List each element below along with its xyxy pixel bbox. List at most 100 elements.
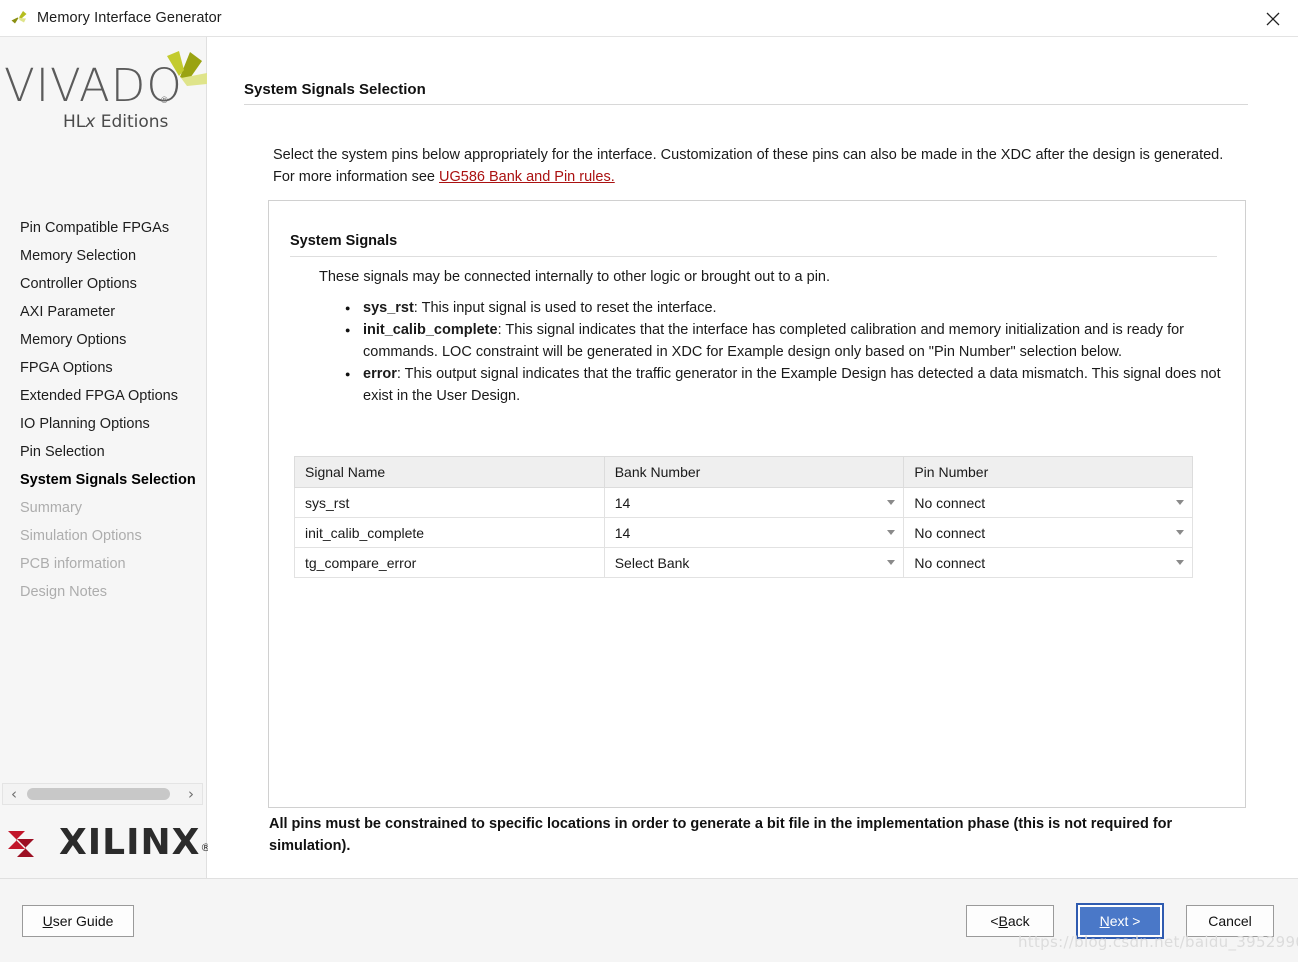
cell-signal-name: init_calib_complete <box>294 517 605 548</box>
next-label: ext > <box>1109 913 1141 929</box>
table-row: tg_compare_error Select Bank No connect <box>294 547 1193 578</box>
signal-description-list: sys_rst: This input signal is used to re… <box>341 297 1221 407</box>
column-header-pin-number: Pin Number <box>903 456 1193 488</box>
user-guide-button[interactable]: User Guide <box>22 905 134 937</box>
vivado-logo: VIVADO ® HLx Editions <box>0 47 207 147</box>
bank-number-value: 14 <box>614 494 631 511</box>
sidebar-item-memory-selection[interactable]: Memory Selection <box>0 242 207 270</box>
table-header-row: Signal Name Bank Number Pin Number <box>294 456 1193 488</box>
system-signals-table: Signal Name Bank Number Pin Number sys_r… <box>294 456 1193 578</box>
dialog-button-bar: User Guide < Back Next > Cancel <box>0 878 1298 962</box>
sidebar-item-pin-compatible-fpgas[interactable]: Pin Compatible FPGAs <box>0 214 207 242</box>
cell-pin-number: No connect <box>903 547 1193 578</box>
sidebar-item-system-signals-selection[interactable]: System Signals Selection <box>0 466 207 494</box>
wizard-navigation-list: Pin Compatible FPGAs Memory Selection Co… <box>0 214 207 606</box>
pin-number-dropdown-init-calib-complete[interactable]: No connect <box>904 518 1192 547</box>
chevron-down-icon <box>887 530 896 535</box>
cell-signal-name: tg_compare_error <box>294 547 605 578</box>
ug586-bank-and-pin-rules-link[interactable]: UG586 Bank and Pin rules. <box>439 169 615 185</box>
pin-number-dropdown-sys-rst[interactable]: No connect <box>904 488 1192 517</box>
bullet-term-init-calib-complete: init_calib_complete <box>363 322 498 338</box>
cell-pin-number: No connect <box>903 487 1193 518</box>
sidebar-item-pin-selection[interactable]: Pin Selection <box>0 438 207 466</box>
sidebar-item-controller-options[interactable]: Controller Options <box>0 270 207 298</box>
vivado-edition-label: HLx Editions <box>63 112 169 132</box>
vivado-pinwheel-logo-icon <box>150 50 210 100</box>
back-label: ack <box>1007 913 1030 929</box>
panel-title: System Signals <box>290 233 398 249</box>
list-item: init_calib_complete: This signal indicat… <box>341 319 1221 363</box>
xilinx-wordmark: XILINX® <box>59 821 213 863</box>
chevron-down-icon <box>1176 560 1184 565</box>
system-signals-panel: System Signals These signals may be conn… <box>268 200 1246 808</box>
back-button[interactable]: < Back <box>966 905 1054 937</box>
cell-bank-number: Select Bank <box>603 547 905 578</box>
sidebar-item-simulation-options: Simulation Options <box>20 528 142 544</box>
chevron-down-icon <box>1176 530 1184 535</box>
panel-divider <box>290 256 1217 257</box>
sidebar-item-axi-parameter[interactable]: AXI Parameter <box>0 298 207 326</box>
bullet-term-error: error <box>363 366 397 382</box>
close-icon[interactable] <box>1248 0 1298 37</box>
pin-number-dropdown-tg-compare-error[interactable]: No connect <box>904 548 1192 577</box>
memory-interface-generator-window: Memory Interface Generator VIVADO ® HLx … <box>0 0 1298 962</box>
xilinx-logo: XILINX® <box>2 815 211 875</box>
bullet-text-sys-rst: : This input signal is used to reset the… <box>413 300 717 316</box>
sidebar-item-summary: Summary <box>20 500 83 516</box>
user-guide-label: ser Guide <box>52 913 114 929</box>
main-content: System Signals Selection Select the syst… <box>208 37 1298 878</box>
chevron-down-icon <box>887 560 896 565</box>
xilinx-mark-icon <box>6 825 46 865</box>
sidebar-item-io-planning-options[interactable]: IO Planning Options <box>0 410 207 438</box>
column-header-signal-name: Signal Name <box>294 456 605 488</box>
chevron-down-icon <box>887 500 896 505</box>
cell-bank-number: 14 <box>603 487 905 518</box>
cell-bank-number: 14 <box>603 517 905 548</box>
bank-number-value: 14 <box>614 524 631 541</box>
pin-constraint-note: All pins must be constrained to specific… <box>269 816 1173 854</box>
table-row: sys_rst 14 No connect <box>294 487 1193 518</box>
list-item: sys_rst: This input signal is used to re… <box>341 297 1221 319</box>
bullet-term-sys-rst: sys_rst <box>363 300 414 316</box>
back-accel: B <box>998 913 1008 929</box>
pin-number-value: No connect <box>914 494 986 511</box>
sidebar: VIVADO ® HLx Editions Pin Compatible FPG… <box>0 37 211 878</box>
window-title-bar: Memory Interface Generator <box>0 0 1298 37</box>
chevron-down-icon <box>1176 500 1184 505</box>
back-prefix: < <box>990 913 999 929</box>
scroll-left-icon[interactable]: ‹ <box>3 784 25 804</box>
bank-number-dropdown-tg-compare-error[interactable]: Select Bank <box>605 548 904 577</box>
pin-number-value: No connect <box>914 554 986 571</box>
page-title: System Signals Selection <box>244 81 426 98</box>
vivado-pinwheel-icon <box>9 8 29 28</box>
bank-number-value: Select Bank <box>614 554 690 571</box>
scrollbar-thumb[interactable] <box>27 788 170 800</box>
intro-paragraph-2: For more information see UG586 Bank and … <box>273 166 1263 188</box>
sidebar-item-pcb-information: PCB information <box>20 556 126 572</box>
next-button[interactable]: Next > <box>1076 903 1164 939</box>
cancel-button[interactable]: Cancel <box>1186 905 1274 937</box>
intro-link-prefix: For more information see <box>273 169 440 185</box>
sidebar-item-extended-fpga-options[interactable]: Extended FPGA Options <box>0 382 207 410</box>
sidebar-item-memory-options[interactable]: Memory Options <box>0 326 207 354</box>
intro-paragraph-1: Select the system pins below appropriate… <box>273 147 1224 163</box>
scroll-right-icon[interactable]: › <box>180 784 202 804</box>
bullet-text-error: : This output signal indicates that the … <box>363 366 1221 404</box>
pin-number-value: No connect <box>914 524 986 541</box>
table-row: init_calib_complete 14 No connect <box>294 517 1193 548</box>
sidebar-item-design-notes: Design Notes <box>20 584 108 600</box>
cell-signal-name: sys_rst <box>294 487 605 518</box>
user-guide-accel: U <box>42 913 53 929</box>
panel-lead-text: These signals may be connected internall… <box>319 269 831 285</box>
next-accel: N <box>1099 913 1110 929</box>
sidebar-horizontal-scrollbar[interactable]: ‹ › <box>2 783 203 805</box>
bank-number-dropdown-init-calib-complete[interactable]: 14 <box>605 518 904 547</box>
window-title: Memory Interface Generator <box>37 10 222 26</box>
column-header-bank-number: Bank Number <box>603 456 905 488</box>
list-item: error: This output signal indicates that… <box>341 363 1221 407</box>
cell-pin-number: No connect <box>903 517 1193 548</box>
sidebar-item-fpga-options[interactable]: FPGA Options <box>0 354 207 382</box>
scrollbar-track[interactable] <box>25 784 180 804</box>
bank-number-dropdown-sys-rst[interactable]: 14 <box>605 488 904 517</box>
title-divider <box>244 104 1248 105</box>
